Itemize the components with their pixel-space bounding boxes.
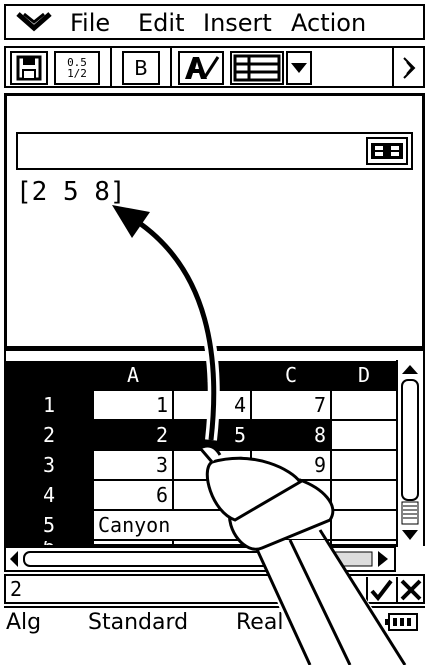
column-header-a[interactable]: A	[94, 361, 174, 391]
close-icon	[400, 579, 422, 601]
graph-window-button[interactable]	[230, 51, 284, 85]
menu-insert[interactable]: Insert	[203, 9, 272, 37]
column-header-d[interactable]: D	[332, 361, 398, 391]
bold-label: B	[134, 56, 148, 80]
scroll-right-icon[interactable]	[378, 551, 388, 567]
cell-a1[interactable]: 1	[94, 391, 174, 421]
menu-bar: File Edit Insert Action	[4, 4, 425, 40]
spreadsheet-window: A B C D 1 1 4 7 2 2 5 8 3 3 6 9 4 6 5 Ca…	[4, 349, 425, 547]
confirm-button[interactable]	[366, 577, 394, 603]
toolbar-separator	[392, 48, 394, 86]
scroll-up-icon[interactable]	[402, 365, 418, 374]
dropdown-triangle-icon	[291, 63, 307, 73]
toolbar-separator	[110, 48, 112, 86]
status-mode: Alg	[6, 610, 42, 635]
cell-b3[interactable]: 6	[174, 451, 252, 481]
toolbar-separator	[170, 48, 172, 86]
text-pen-icon	[185, 56, 220, 79]
row-header[interactable]: 4	[6, 481, 94, 511]
cell-b5[interactable]	[174, 511, 252, 541]
main-edit-bar[interactable]	[16, 132, 413, 170]
cell-d4[interactable]	[332, 481, 398, 511]
vertical-scrollbar[interactable]	[396, 360, 423, 546]
status-bar: Alg Standard Real Rad	[4, 606, 425, 636]
battery-icon	[384, 612, 420, 632]
checkmark-icon	[370, 579, 393, 602]
grid-toggle-icon	[371, 143, 403, 159]
table-grid-icon	[233, 54, 281, 82]
cell-d1[interactable]	[332, 391, 398, 421]
scroll-left-icon[interactable]	[10, 551, 18, 567]
column-header-b[interactable]: B	[174, 361, 252, 391]
matrix-result: [2 5 8]	[16, 177, 126, 207]
status-angle: Rad	[322, 610, 365, 635]
cell-input-value[interactable]: 2	[10, 576, 22, 602]
graph-dropdown-button[interactable]	[286, 51, 312, 85]
menu-action[interactable]: Action	[291, 9, 366, 37]
cell-a3[interactable]: 3	[94, 451, 174, 481]
cell-b1[interactable]: 4	[174, 391, 252, 421]
cell-b4[interactable]	[174, 481, 252, 511]
fraction-decimal-label: 0.5 1/2	[67, 56, 87, 80]
save-button[interactable]	[10, 51, 48, 85]
toolbar: 0.5 1/2 B	[4, 46, 425, 88]
cell-c5[interactable]	[252, 511, 332, 541]
cell-c1[interactable]: 7	[252, 391, 332, 421]
menu-dropdown-icon[interactable]	[14, 10, 54, 36]
cell-a4[interactable]: 6	[94, 481, 174, 511]
status-number-mode: Real	[236, 610, 284, 635]
menu-file[interactable]: File	[70, 9, 110, 37]
cell-input-line[interactable]: 2	[4, 574, 425, 604]
cell-c4[interactable]	[252, 481, 332, 511]
save-icon	[16, 55, 42, 81]
cell-a2[interactable]: 2	[94, 421, 174, 451]
cell-d3[interactable]	[332, 451, 398, 481]
row-header[interactable]: 1	[6, 391, 94, 421]
edit-bar-toggle-button[interactable]	[366, 137, 408, 165]
text-edit-button[interactable]	[178, 51, 224, 85]
chevron-right-icon	[403, 57, 416, 79]
fraction-decimal-button[interactable]: 0.5 1/2	[54, 51, 100, 85]
cell-d2[interactable]	[332, 421, 398, 451]
column-header-c[interactable]: C	[252, 361, 332, 391]
row-header[interactable]: 2	[6, 421, 94, 451]
cell-d5[interactable]	[332, 511, 398, 541]
cell-a5[interactable]: Canyon	[94, 511, 174, 541]
cell-b2[interactable]: 5	[174, 421, 252, 451]
scroll-down-icon[interactable]	[402, 530, 418, 540]
corner-cell	[6, 361, 94, 391]
row-header[interactable]: 5	[6, 511, 94, 541]
toolbar-scroll-right-button[interactable]	[398, 52, 420, 84]
horizontal-scrollbar[interactable]	[4, 546, 396, 572]
bold-button[interactable]: B	[122, 51, 160, 85]
cell-c2[interactable]: 8	[252, 421, 332, 451]
cancel-button[interactable]	[396, 577, 424, 603]
row-header[interactable]: 3	[6, 451, 94, 481]
menu-edit[interactable]: Edit	[138, 9, 184, 37]
status-format: Standard	[88, 610, 189, 635]
cell-c3[interactable]: 9	[252, 451, 332, 481]
